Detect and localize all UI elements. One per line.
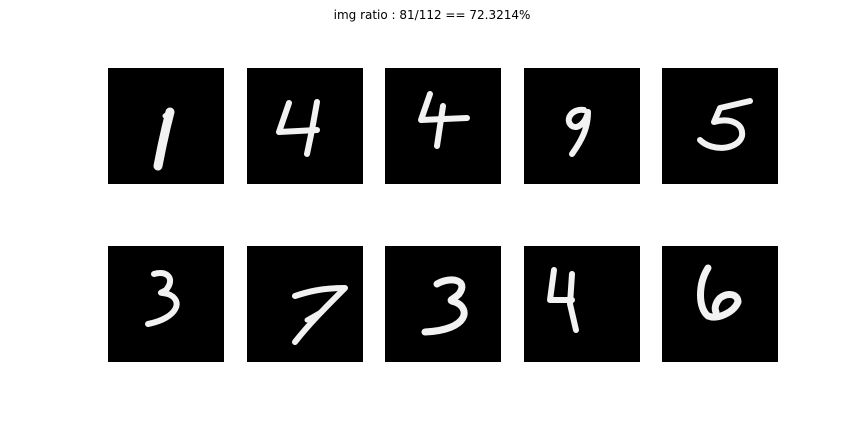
digit-image-1 [108,68,224,184]
digit-image-2 [247,68,363,184]
digit-image-8 [385,246,501,362]
digit-image-6 [108,246,224,362]
digit-image-7 [247,246,363,362]
digit-image-9 [524,246,640,362]
digit-image-4 [524,68,640,184]
digit-image-10 [662,246,778,362]
digit-image-3 [385,68,501,184]
figure-title: img ratio : 81/112 == 72.3214% [333,8,531,22]
digit-image-5 [662,68,778,184]
